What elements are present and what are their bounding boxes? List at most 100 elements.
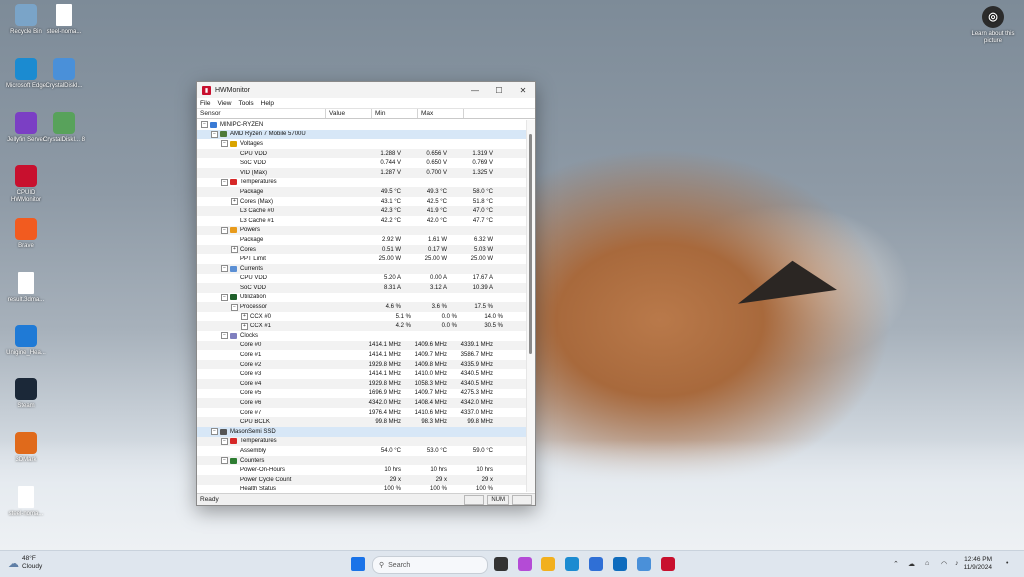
sensor-row[interactable]: Assembly 54.0 °C 53.0 °C 59.0 °C [197,446,527,456]
sensor-row[interactable]: − Currents [197,263,527,274]
desktop-icon[interactable]: steel-noma... [42,4,86,36]
sensor-label: Assembly [240,447,267,454]
collapse-icon[interactable]: − [231,303,238,311]
sensor-row[interactable]: Power Cycle Count 29 x 29 x 29 x [197,474,527,485]
collapse-icon[interactable]: − [221,293,228,301]
file-explorer-icon[interactable] [541,557,555,571]
sensor-row[interactable]: + Cores 0.51 W 0.17 W 5.03 W [197,244,527,255]
menu-file[interactable]: File [200,100,210,107]
sensor-row[interactable]: Package 49.5 °C 49.3 °C 58.0 °C [197,187,527,197]
start-button[interactable] [351,557,365,571]
desktop-icon[interactable]: result.3dma... [4,272,48,304]
expand-icon[interactable]: + [231,246,238,254]
crystaldiskinfo-icon[interactable] [637,557,651,571]
sensor-row[interactable]: Core #7 1976.4 MHz 1410.6 MHz 4337.0 MHz [197,408,527,418]
desktop-icon[interactable]: Steam [4,378,48,410]
sensor-row[interactable]: Core #2 1929.8 MHz 1409.8 MHz 4335.9 MHz [197,359,527,370]
sensor-row[interactable]: − Counters [197,455,527,466]
maximize-button[interactable]: ☐ [487,86,511,95]
hwmonitor-icon[interactable] [661,557,675,571]
collapse-icon[interactable]: − [211,130,218,138]
sensor-row[interactable]: L3 Cache #0 42.3 °C 41.9 °C 47.0 °C [197,206,527,216]
column-value[interactable]: Value [326,109,372,118]
onedrive-icon[interactable]: ☁ [908,560,915,568]
sensor-row[interactable]: + CCX #1 4.2 % 0.0 % 30.5 % [197,321,527,332]
chevron-up-icon[interactable]: ⌃ [893,560,899,568]
sensor-row[interactable]: − Utilization [197,293,527,303]
clock[interactable]: 12:46 PM 11/9/2024 [964,556,992,572]
desktop-icon[interactable]: Brave [4,218,48,250]
search-box[interactable]: ⚲ Search [372,556,488,574]
desktop-icon[interactable]: CPUID HWMonitor [4,165,48,204]
edge-icon[interactable] [565,557,579,571]
collapse-icon[interactable]: − [221,226,228,234]
store-icon[interactable] [589,557,603,571]
sensor-row[interactable]: − MINIPC-RYZEN [197,120,527,130]
menu-view[interactable]: View [217,100,231,107]
sensor-row[interactable]: VID (Max) 1.287 V 0.700 V 1.325 V [197,167,527,178]
collapse-icon[interactable]: − [221,437,228,445]
sensor-row[interactable]: − Processor 4.6 % 3.6 % 17.5 % [197,302,527,312]
task-view-icon[interactable] [494,557,508,571]
scrollbar-thumb[interactable] [529,134,532,354]
collapse-icon[interactable]: − [221,265,228,273]
outlook-icon[interactable] [613,557,627,571]
sensor-tree[interactable]: − MINIPC-RYZEN − AMD Ryzen 7 Mobile 5700U − V… [197,120,527,492]
wifi-icon[interactable]: ◠ [941,560,947,568]
sensor-row[interactable]: − Clocks [197,331,527,341]
collapse-icon[interactable]: − [201,121,208,129]
sensor-row[interactable]: − MasonSemi SSD [197,427,527,437]
desktop-icon[interactable]: Unigine_Hea... [4,325,48,357]
desktop-icon[interactable]: CrystalDiskI... [42,58,86,90]
desktop-icon[interactable]: 3DMark [4,432,48,464]
weather-widget[interactable]: ☁ 48°F Cloudy [8,555,42,571]
sensor-row[interactable]: CPU VDD 1.288 V 0.656 V 1.319 V [197,148,527,159]
sensor-row[interactable]: − Voltages [197,139,527,149]
sensor-row[interactable]: SoC VDD 8.31 A 3.12 A 10.39 A [197,283,527,293]
collapse-icon[interactable]: − [221,140,228,148]
column-min[interactable]: Min [372,109,418,118]
menu-tools[interactable]: Tools [238,100,253,107]
column-max[interactable]: Max [418,109,464,118]
column-sensor[interactable]: Sensor [197,109,326,118]
menu-help[interactable]: Help [261,100,274,107]
sensor-row[interactable]: − Powers [197,225,527,236]
sensor-row[interactable]: − Temperatures [197,436,527,447]
sensor-row[interactable]: + CCX #0 5.1 % 0.0 % 14.0 % [197,312,527,322]
minimize-button[interactable]: — [463,86,487,95]
sensor-row[interactable]: PPT Limit 25.00 W 25.00 W 25.00 W [197,254,527,264]
desktop-icon[interactable]: CrystalDiskI... 8 [42,112,86,144]
close-button[interactable]: ✕ [511,86,535,95]
copilot-icon[interactable] [518,557,532,571]
collapse-icon[interactable]: − [221,457,228,465]
sensor-row[interactable]: Core #4 1929.8 MHz 1058.3 MHz 4340.5 MHz [197,379,527,389]
vertical-scrollbar[interactable] [526,120,535,492]
sensor-row[interactable]: Core #6 4342.0 MHz 1408.4 MHz 4342.0 MHz [197,398,527,408]
desktop-icon[interactable]: steel-noma... [4,486,48,518]
sensor-row[interactable]: Core #0 1414.1 MHz 1409.6 MHz 4339.1 MHz [197,340,527,351]
sensor-row[interactable]: Health Status 100 % 100 % 100 % [197,485,527,492]
expand-icon[interactable]: + [241,313,248,321]
sensor-row[interactable]: + Cores (Max) 43.1 °C 42.5 °C 51.8 °C [197,197,527,207]
sensor-row[interactable]: L3 Cache #1 42.2 °C 42.0 °C 47.7 °C [197,216,527,226]
collapse-icon[interactable]: − [211,428,218,436]
sensor-row[interactable]: − AMD Ryzen 7 Mobile 5700U [197,129,527,140]
sensor-row[interactable]: Package 2.92 W 1.61 W 6.32 W [197,235,527,245]
notification-bell-icon[interactable]: • [1006,560,1008,567]
sensor-row[interactable]: Core #3 1414.1 MHz 1410.0 MHz 4340.5 MHz [197,369,527,379]
sensor-row[interactable]: Core #5 1696.9 MHz 1409.7 MHz 4275.3 MHz [197,389,527,399]
sensor-row[interactable]: Core #1 1414.1 MHz 1409.7 MHz 3586.7 MHz [197,350,527,360]
sensor-row[interactable]: CPU VDD 5.20 A 0.00 A 17.67 A [197,274,527,284]
sensor-row[interactable]: CPU BCLK 99.8 MHz 98.3 MHz 99.8 MHz [197,417,527,427]
expand-icon[interactable]: + [231,198,238,206]
sensor-row[interactable]: SoC VDD 0.744 V 0.650 V 0.769 V [197,158,527,168]
collapse-icon[interactable]: − [221,332,228,340]
sensor-row[interactable]: − Temperatures [197,178,527,188]
network-icon[interactable]: ⌂ [925,560,929,567]
title-bar[interactable]: ▮ HWMonitor — ☐ ✕ [197,82,535,98]
expand-icon[interactable]: + [241,322,248,330]
volume-icon[interactable]: ♪ [955,560,959,567]
collapse-icon[interactable]: − [221,178,228,186]
learn-about-picture-button[interactable]: ◎ Learn about this picture [970,6,1016,45]
sensor-row[interactable]: Power-On-Hours 10 hrs 10 hrs 10 hrs [197,465,527,475]
